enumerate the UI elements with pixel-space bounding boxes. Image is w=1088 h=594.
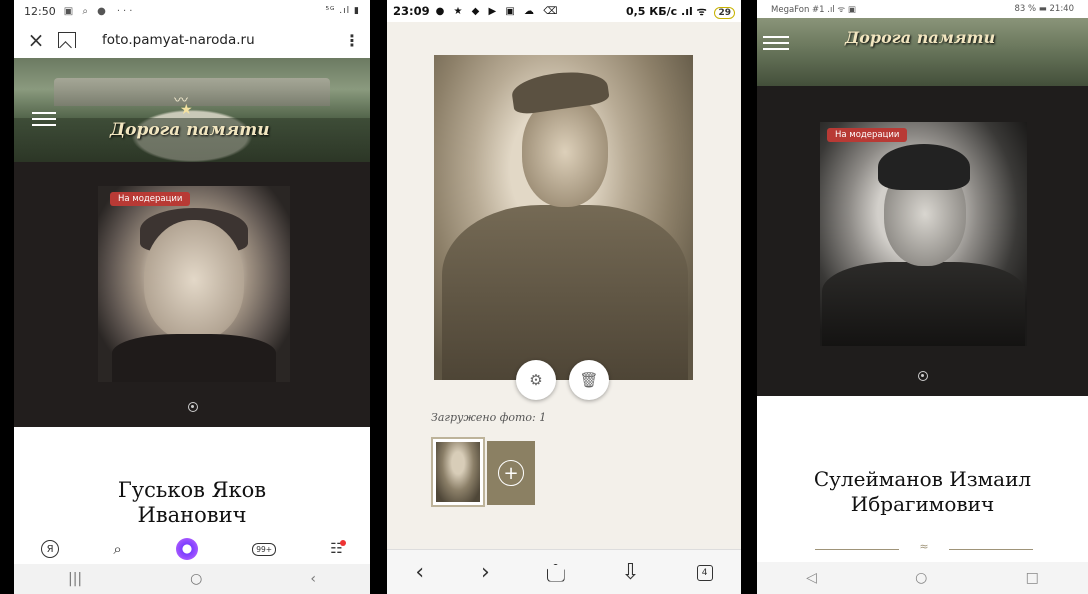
add-photo-button[interactable]: + [487, 441, 535, 505]
browser-address-bar: × foto.pamyat-naroda.ru ⋮ [14, 22, 370, 58]
soldier-photo[interactable] [820, 122, 1027, 346]
status-more-icon: ··· [116, 5, 136, 17]
name-line-2: Ибрагимович [850, 492, 995, 516]
phone-screen-right: MegaFon #1 .ıl ᯤ ▣ 83 % ▬ 21:40 Дорога п… [757, 0, 1088, 594]
plus-icon: + [498, 460, 524, 486]
bookmark-icon[interactable] [58, 32, 76, 48]
name-line-1: Сулейманов Измаил [813, 467, 1032, 491]
back-arrow-icon[interactable]: ‹ [415, 560, 424, 585]
battery-time: 83 % ▬ 21:40 [1014, 4, 1074, 14]
status-time: 23:09 [393, 4, 430, 18]
back-icon[interactable]: ‹ [310, 571, 316, 587]
system-nav-bar: ||| ○ ‹ [14, 564, 370, 594]
moderation-badge: На модерации [827, 128, 908, 142]
tabs-counter-icon[interactable]: 99+ [252, 542, 277, 556]
recent-apps-icon[interactable]: ||| [68, 571, 82, 587]
site-banner: 〰 ★ Дорога памяти [14, 58, 370, 162]
star-icon: ★ [180, 102, 193, 118]
recent-apps-icon[interactable]: □ [1026, 570, 1039, 586]
signal-battery-icons: ⁵ᴳ .ıl ▮ [325, 6, 360, 16]
status-icons: ● ★ ◆ ▶ ▣ ☁ ⌫ [435, 5, 561, 17]
services-icon[interactable]: ☷ [330, 540, 346, 557]
moderation-badge: На модерации [110, 192, 191, 206]
phone-screen-left: 12:50 ▣ ⌕ ● ··· ⁵ᴳ .ıl ▮ × foto.pamyat-n… [14, 0, 370, 594]
soldier-photo[interactable] [98, 186, 290, 382]
status-icons: ▣ ⌕ ● [63, 5, 109, 17]
status-time: 12:50 [24, 4, 56, 18]
view-icon[interactable] [918, 371, 928, 381]
address-text[interactable]: foto.pamyat-naroda.ru [88, 32, 342, 48]
phone-screen-middle: 23:09 ● ★ ◆ ▶ ▣ ☁ ⌫ 0,5 КБ/с .ıl ᯤ 29 ⚙ … [387, 0, 741, 594]
view-icon[interactable] [188, 402, 198, 412]
photo-panel: На модерации [14, 162, 370, 427]
browser-nav-bar: ‹ › ⇩ 4 [387, 549, 741, 594]
bottom-nav: Я ⌕ 99+ ☷ [14, 534, 370, 564]
status-bar: MegaFon #1 .ıl ᯤ ▣ 83 % ▬ 21:40 [757, 0, 1088, 18]
photo-panel: На модерации [757, 86, 1088, 396]
delete-trash-icon[interactable]: 🗑 [569, 360, 609, 400]
tabs-count-icon[interactable]: 4 [696, 564, 713, 581]
status-bar: 12:50 ▣ ⌕ ● ··· ⁵ᴳ .ıl ▮ [14, 0, 370, 22]
battery-icon: 29 [714, 6, 735, 19]
ornament-icon: ≈ [919, 540, 929, 553]
person-name: Сулейманов Измаил Ибрагимович [757, 467, 1088, 517]
download-icon[interactable]: ⇩ [621, 560, 639, 585]
hamburger-menu-icon[interactable] [763, 32, 789, 54]
home-icon[interactable]: ○ [190, 571, 202, 587]
home-icon[interactable]: ○ [915, 570, 927, 586]
search-icon[interactable]: ⌕ [113, 540, 121, 558]
home-icon[interactable] [546, 563, 565, 582]
photo-thumbnail[interactable] [431, 437, 485, 507]
close-icon[interactable]: × [22, 28, 50, 52]
alice-assistant-icon[interactable] [175, 538, 198, 560]
decorative-divider: ≈ [815, 540, 1035, 555]
person-name: Гуськов Яков Иванович [117, 478, 267, 527]
site-banner: Дорога памяти [757, 18, 1088, 86]
network-speed: 0,5 КБ/с .ıl ᯤ 29 [626, 4, 735, 19]
hamburger-menu-icon[interactable] [32, 108, 56, 130]
status-bar: 23:09 ● ★ ◆ ▶ ▣ ☁ ⌫ 0,5 КБ/с .ıl ᯤ 29 [387, 0, 741, 22]
settings-gear-icon[interactable]: ⚙ [516, 360, 556, 400]
more-menu-icon[interactable]: ⋮ [342, 31, 362, 50]
carrier-signal: MegaFon #1 .ıl ᯤ ▣ [771, 4, 856, 15]
site-logo-title: Дорога памяти [845, 28, 996, 47]
site-logo-title: Дорога памяти [110, 120, 270, 140]
soldier-photo[interactable] [434, 55, 693, 380]
back-icon[interactable]: ◁ [806, 570, 817, 586]
system-nav-bar: ◁ ○ □ [757, 562, 1088, 594]
yandex-icon[interactable]: Я [41, 540, 60, 558]
uploaded-count-label: Загружено фото: 1 [431, 411, 547, 424]
forward-arrow-icon[interactable]: › [481, 560, 490, 585]
